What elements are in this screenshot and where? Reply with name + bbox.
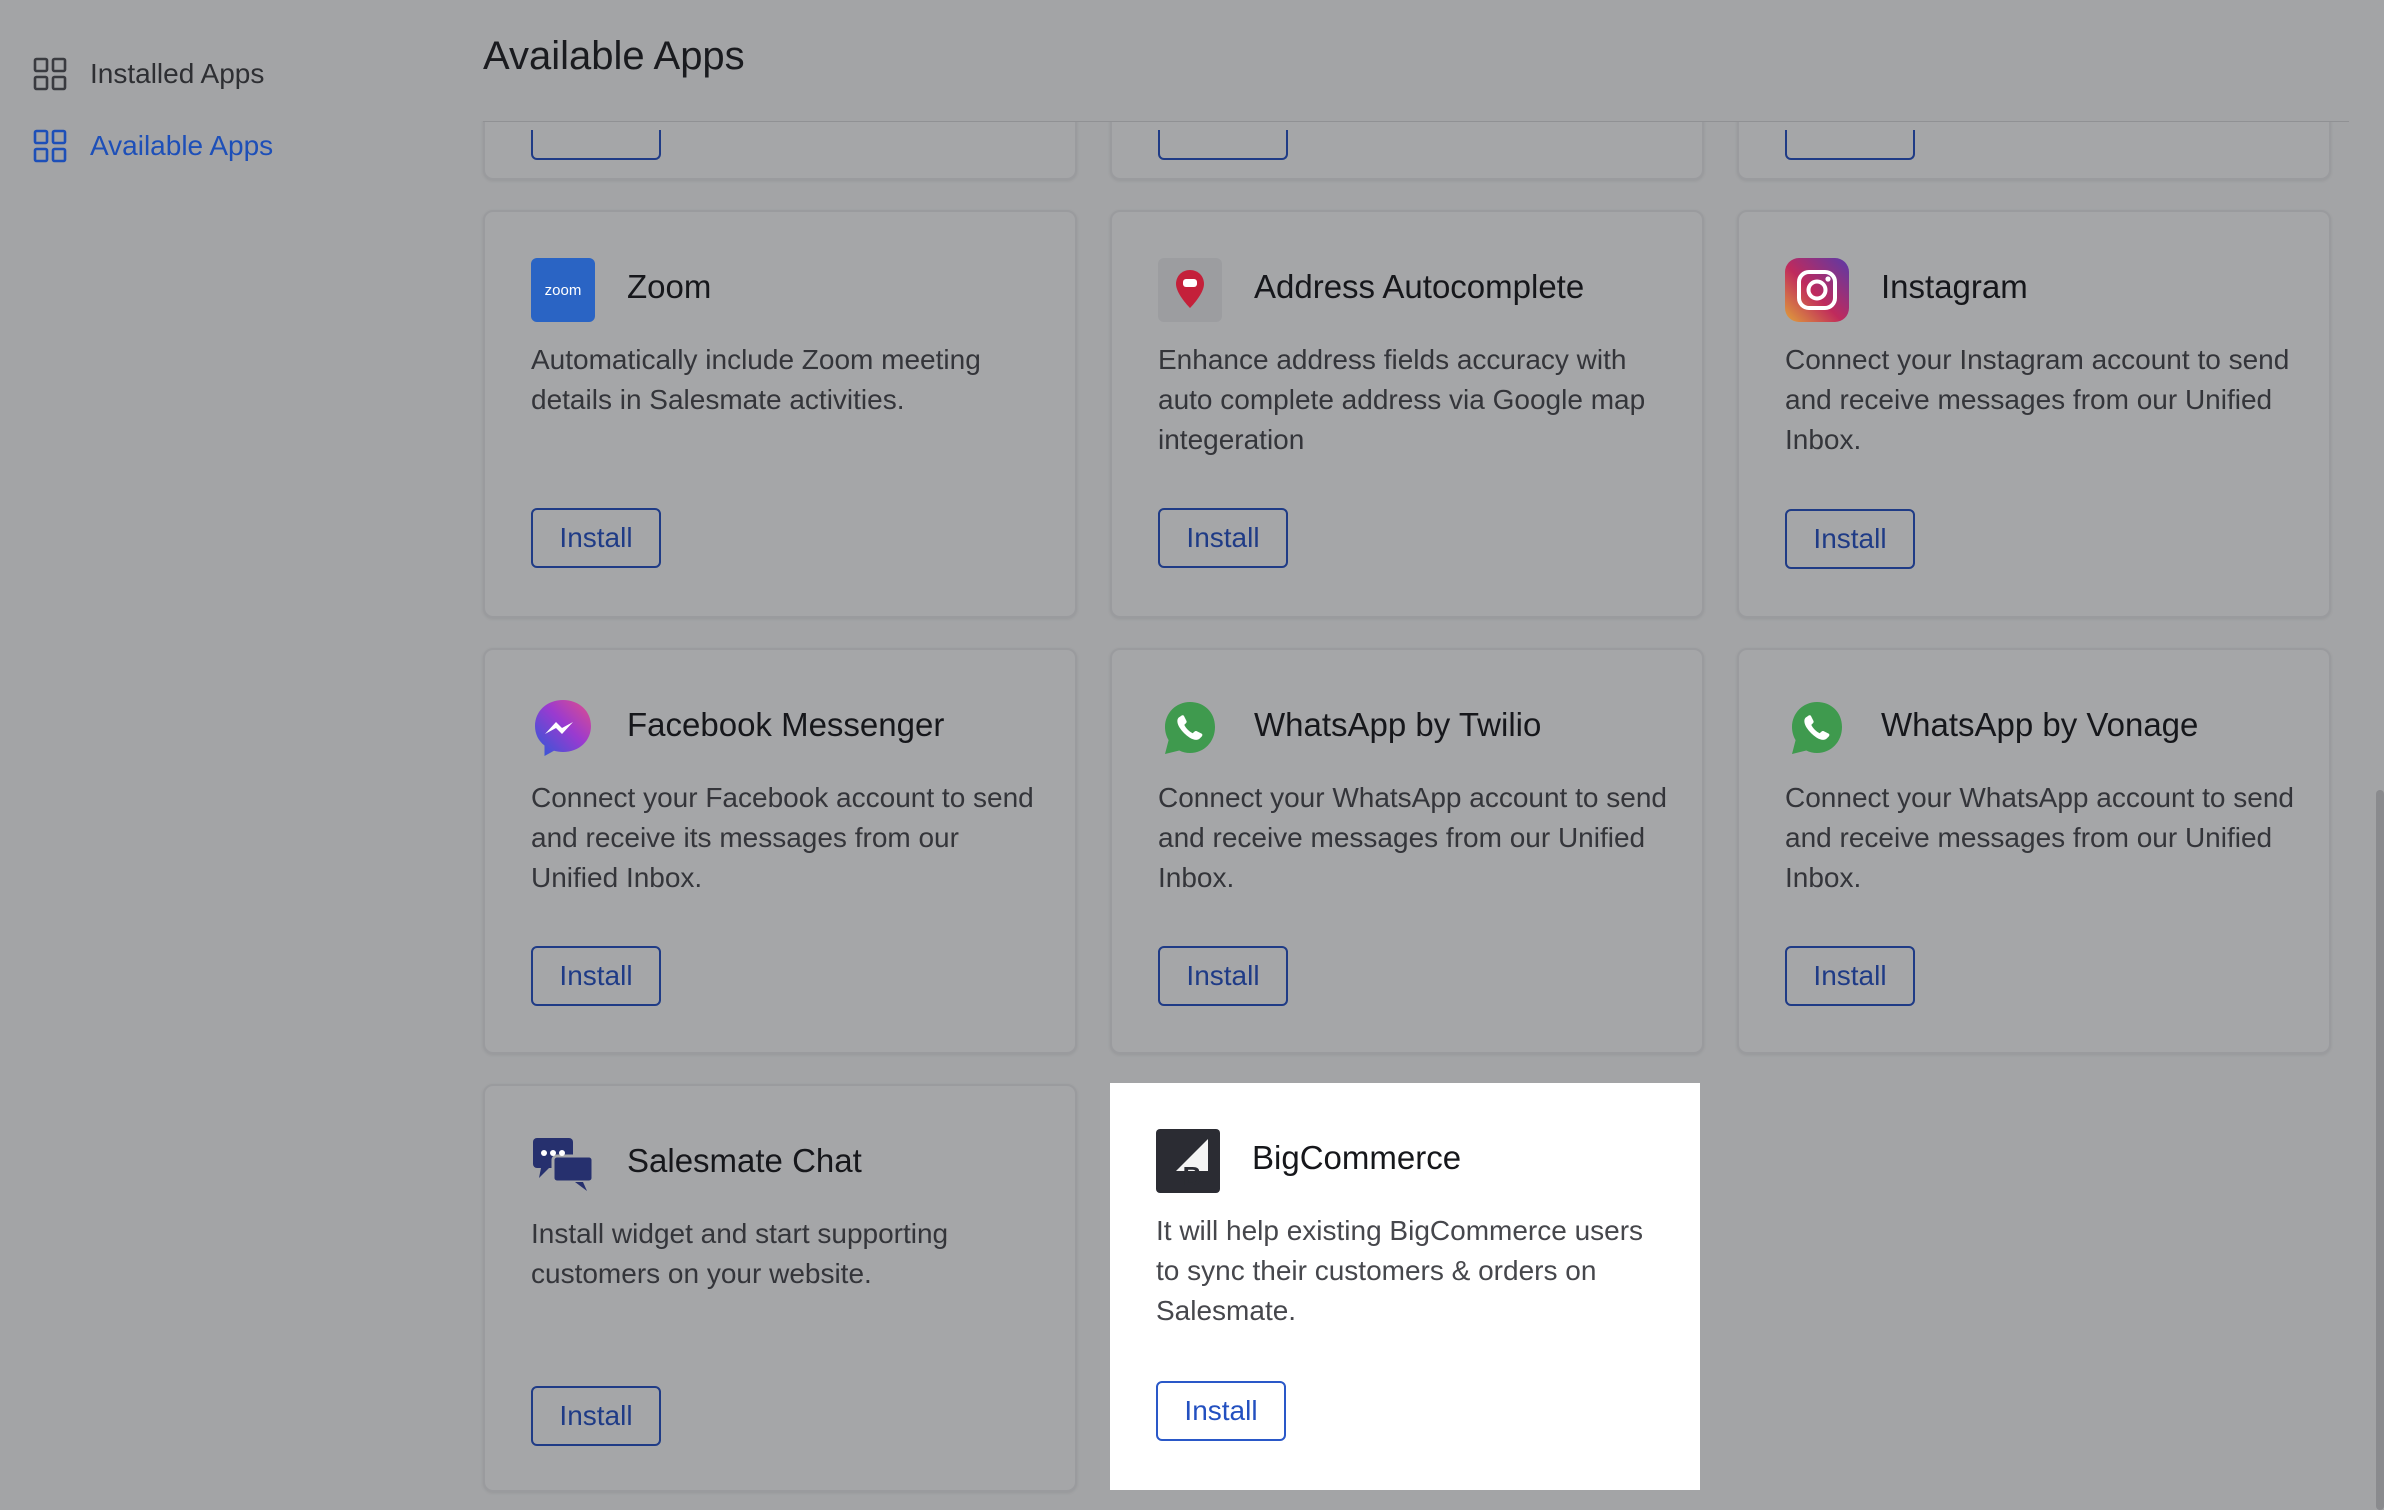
app-card-address-autocomplete: Address Autocomplete Enhance address fie… xyxy=(1110,210,1704,618)
app-card-instagram: Instagram Connect your Instagram account… xyxy=(1737,210,2331,618)
app-description: Connect your Instagram account to send a… xyxy=(1785,344,2290,455)
app-card-zoom: zoom Zoom Automatically include Zoom mee… xyxy=(483,210,1077,618)
app-card-facebook-messenger: Facebook Messenger Connect your Facebook… xyxy=(483,648,1077,1054)
header-divider xyxy=(483,121,2349,122)
svg-text:zoom: zoom xyxy=(545,282,582,299)
app-card-bigcommerce: B BigCommerce It will help existing BigC… xyxy=(1110,1083,1700,1490)
install-button[interactable]: Install xyxy=(531,508,661,568)
app-card-salesmate-chat: Salesmate Chat Install widget and start … xyxy=(483,1084,1077,1492)
sidebar-item-label: Available Apps xyxy=(90,130,274,161)
grid-icon xyxy=(32,128,68,164)
install-button[interactable]: Install xyxy=(1785,509,1915,569)
sidebar: Installed Apps Available Apps xyxy=(0,0,440,1510)
zoom-logo-icon: zoom xyxy=(531,258,595,322)
app-description: It will help existing BigCommerce users … xyxy=(1156,1215,1644,1326)
app-name: WhatsApp by Twilio xyxy=(1254,706,1542,743)
app-card-whatsapp-twilio: WhatsApp by Twilio Connect your WhatsApp… xyxy=(1110,648,1704,1054)
install-button-partial[interactable] xyxy=(531,130,661,160)
install-button[interactable]: Install xyxy=(531,946,661,1006)
svg-text:B: B xyxy=(1183,1161,1202,1191)
app-name: Instagram xyxy=(1881,268,2028,305)
app-name: WhatsApp by Vonage xyxy=(1881,706,2199,743)
grid-icon xyxy=(32,56,68,92)
app-name: Facebook Messenger xyxy=(627,706,945,743)
install-button[interactable]: Install xyxy=(531,1386,661,1446)
app-card-whatsapp-vonage: WhatsApp by Vonage Connect your WhatsApp… xyxy=(1737,648,2331,1054)
scrollbar[interactable] xyxy=(2376,790,2384,1510)
install-button-partial[interactable] xyxy=(1785,130,1915,160)
app-description: Connect your Facebook account to send an… xyxy=(531,782,1034,893)
instagram-logo-icon xyxy=(1785,258,1849,322)
app-description: Connect your WhatsApp account to send an… xyxy=(1158,782,1667,893)
app-description: Enhance address fields accuracy with aut… xyxy=(1158,344,1646,455)
bigcommerce-logo-icon: B xyxy=(1156,1129,1220,1193)
install-button-partial[interactable] xyxy=(1158,130,1288,160)
chat-bubbles-icon xyxy=(531,1132,595,1196)
sidebar-item-label: Installed Apps xyxy=(90,58,265,89)
install-button[interactable]: Install xyxy=(1158,946,1288,1006)
app-name: Zoom xyxy=(627,268,712,305)
install-button[interactable]: Install xyxy=(1158,508,1288,568)
whatsapp-logo-icon xyxy=(1785,696,1849,760)
install-button[interactable]: Install xyxy=(1785,946,1915,1006)
app-description: Install widget and start supporting cust… xyxy=(531,1218,949,1289)
app-name: Salesmate Chat xyxy=(627,1142,862,1179)
sidebar-item-available-apps[interactable]: Available Apps xyxy=(32,116,273,176)
sidebar-item-installed-apps[interactable]: Installed Apps xyxy=(32,44,264,104)
app-description: Automatically include Zoom meeting detai… xyxy=(531,344,981,415)
app-name: Address Autocomplete xyxy=(1254,268,1585,305)
map-pin-icon xyxy=(1158,258,1222,322)
app-description: Connect your WhatsApp account to send an… xyxy=(1785,782,2294,893)
install-button[interactable]: Install xyxy=(1156,1381,1286,1441)
messenger-logo-icon xyxy=(531,696,595,760)
app-name: BigCommerce xyxy=(1252,1139,1462,1176)
page-title: Available Apps xyxy=(483,34,745,78)
whatsapp-logo-icon xyxy=(1158,696,1222,760)
